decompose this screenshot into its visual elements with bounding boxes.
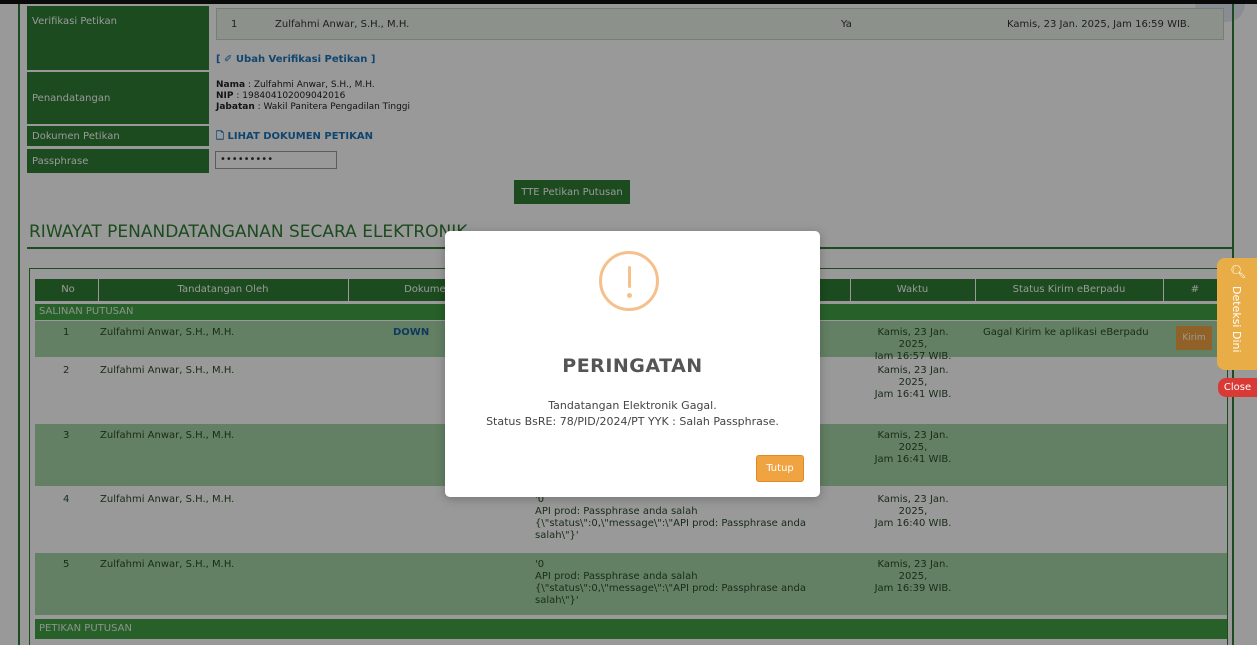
warning-icon: [599, 251, 659, 311]
tutup-button[interactable]: Tutup: [756, 455, 804, 482]
close-side-button[interactable]: Close: [1218, 378, 1257, 397]
dialog-message: Tandatangan Elektronik Gagal. Status BsR…: [445, 398, 820, 430]
dialog-message-line2: Status BsRE: 78/PID/2024/PT YYK : Salah …: [486, 415, 779, 428]
deteksi-dini-label: Deteksi Dini: [1230, 286, 1243, 353]
search-icon: 🔍︎: [1230, 265, 1247, 280]
warning-dialog: PERINGATAN Tandatangan Elektronik Gagal.…: [445, 231, 820, 497]
page: Verifikasi Petikan 1 Zulfahmi Anwar, S.H…: [0, 0, 1257, 645]
warning-icon-dot: [627, 293, 632, 298]
dialog-message-line1: Tandatangan Elektronik Gagal.: [548, 399, 717, 412]
dialog-title: PERINGATAN: [562, 355, 703, 377]
warning-icon-bar: [628, 266, 631, 288]
